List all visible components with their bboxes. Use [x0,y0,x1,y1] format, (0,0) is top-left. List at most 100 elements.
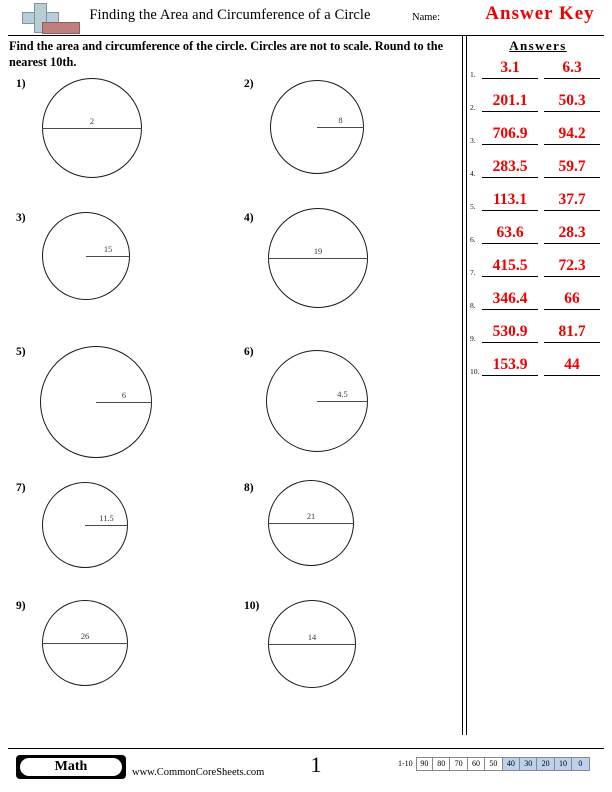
site-url: www.CommonCoreSheets.com [132,767,265,778]
column-divider [462,35,467,735]
problem-number: 6) [244,346,254,358]
diameter-label: 21 [306,512,316,521]
answer-row: 8. 346.4 66 [468,289,608,319]
problem-number: 5) [16,346,26,358]
circle-figure: 4.5 [266,350,368,452]
problem-number: 8) [244,482,254,494]
answer-row-index: 7. [470,268,476,277]
answer-row-index: 10. [470,367,480,376]
circle-figure: 15 [42,212,130,300]
answer-circumference-value[interactable]: 66 [544,289,600,310]
answer-row: 10. 153.9 44 [468,355,608,385]
circle-figure: 19 [268,208,368,308]
page-number: 1 [310,752,322,777]
divider-line-right [466,35,467,735]
answers-heading: Answers [509,38,567,53]
radius-label: 15 [103,245,113,254]
grading-scale-cell: 70 [450,757,468,771]
answer-row-index: 1. [470,70,476,79]
radius-label: 6 [121,391,127,400]
grading-scale-cell: 40 [502,757,521,771]
diameter-line [42,643,128,644]
answer-row: 6. 63.6 28.3 [468,223,608,253]
answer-row: 4. 283.5 59.7 [468,157,608,187]
footer-divider-rule [8,748,604,749]
subject-badge-label: Math [20,758,122,776]
answer-row: 1. 3.1 6.3 [468,58,608,88]
answer-row-index: 9. [470,334,476,343]
diameter-label: 19 [313,247,323,256]
diameter-line [42,128,142,129]
answer-area-value[interactable]: 63.6 [482,223,538,244]
grading-scale-cell: 80 [433,757,451,771]
grading-scale-cell: 20 [537,757,555,771]
answer-row: 2. 201.1 50.3 [468,91,608,121]
answer-row-index: 5. [470,202,476,211]
problem-number: 7) [16,482,26,494]
grading-scale-cell: 60 [467,757,486,771]
problem-number: 4) [244,212,254,224]
answer-key-badge: Answer Key [485,3,595,24]
grading-scale-cell: 50 [485,757,503,771]
instructions-text: Find the area and circumference of the c… [9,39,444,69]
answer-row: 5. 113.1 37.7 [468,190,608,220]
answer-row-index: 8. [470,301,476,310]
circle-figure: 14 [268,600,356,688]
subject-badge: Math [16,755,126,779]
circle-figure: 11.5 [42,482,128,568]
answer-area-value[interactable]: 283.5 [482,157,538,178]
problems-area: 1) 2 2) 8 3) 15 4) 19 5) 6 6) 4.5 7) 11.5 8) 21 9) 26 10) 1… [0,72,462,722]
answer-area-value[interactable]: 201.1 [482,91,538,112]
circle-figure: 2 [42,78,142,178]
answer-circumference-value[interactable]: 28.3 [544,223,600,244]
name-label: Name: [412,12,440,23]
answer-area-value[interactable]: 530.9 [482,322,538,343]
problem-number: 2) [244,78,254,90]
answer-circumference-value[interactable]: 50.3 [544,91,600,112]
radius-line [96,402,152,403]
grading-scale-range: 1-10 [398,759,413,768]
answer-area-value[interactable]: 346.4 [482,289,538,310]
answers-column: Answers 1. 3.1 6.3 2. 201.1 50.3 3. 706.9 94.2 4.… [468,38,608,376]
answer-area-value[interactable]: 415.5 [482,256,538,277]
header-divider-rule [8,35,604,36]
grading-scale-cell: 0 [572,757,590,771]
page-title: Finding the Area and Circumference of a … [89,7,371,23]
diameter-line [268,523,354,524]
diameter-label: 26 [80,632,90,641]
radius-line [85,525,128,526]
radius-line [86,256,130,257]
answer-row: 7. 415.5 72.3 [468,256,608,286]
answer-area-value[interactable]: 3.1 [482,58,538,79]
grading-scale: 1-10 90 80 70 60 50 40 30 20 10 0 [398,757,590,771]
problem-number: 3) [16,212,26,224]
answer-circumference-value[interactable]: 72.3 [544,256,600,277]
grading-scale-cell: 90 [415,757,434,771]
diameter-label: 2 [89,117,95,126]
radius-label: 8 [338,116,343,125]
answer-circumference-value[interactable]: 44 [544,355,600,376]
answer-circumference-value[interactable]: 94.2 [544,124,600,145]
answer-area-value[interactable]: 706.9 [482,124,538,145]
diameter-line [268,644,356,645]
answer-circumference-value[interactable]: 6.3 [544,58,600,79]
circle-figure: 6 [40,346,152,458]
answer-row-index: 6. [470,235,476,244]
answer-area-value[interactable]: 113.1 [482,190,538,211]
problem-number: 1) [16,78,26,90]
answer-row-index: 4. [470,169,476,178]
radius-label: 4.5 [337,390,348,399]
divider-line-left [462,35,463,735]
circle-figure: 8 [270,80,364,174]
answer-circumference-value[interactable]: 37.7 [544,190,600,211]
grading-scale-cell: 30 [520,757,538,771]
answer-area-value[interactable]: 153.9 [482,355,538,376]
diameter-label: 14 [307,633,317,642]
answer-circumference-value[interactable]: 81.7 [544,322,600,343]
answer-row: 9. 530.9 81.7 [468,322,608,352]
diameter-line [268,258,368,259]
grading-scale-cell: 10 [554,757,573,771]
answer-row-index: 3. [470,136,476,145]
answer-circumference-value[interactable]: 59.7 [544,157,600,178]
problem-number: 10) [244,600,260,612]
